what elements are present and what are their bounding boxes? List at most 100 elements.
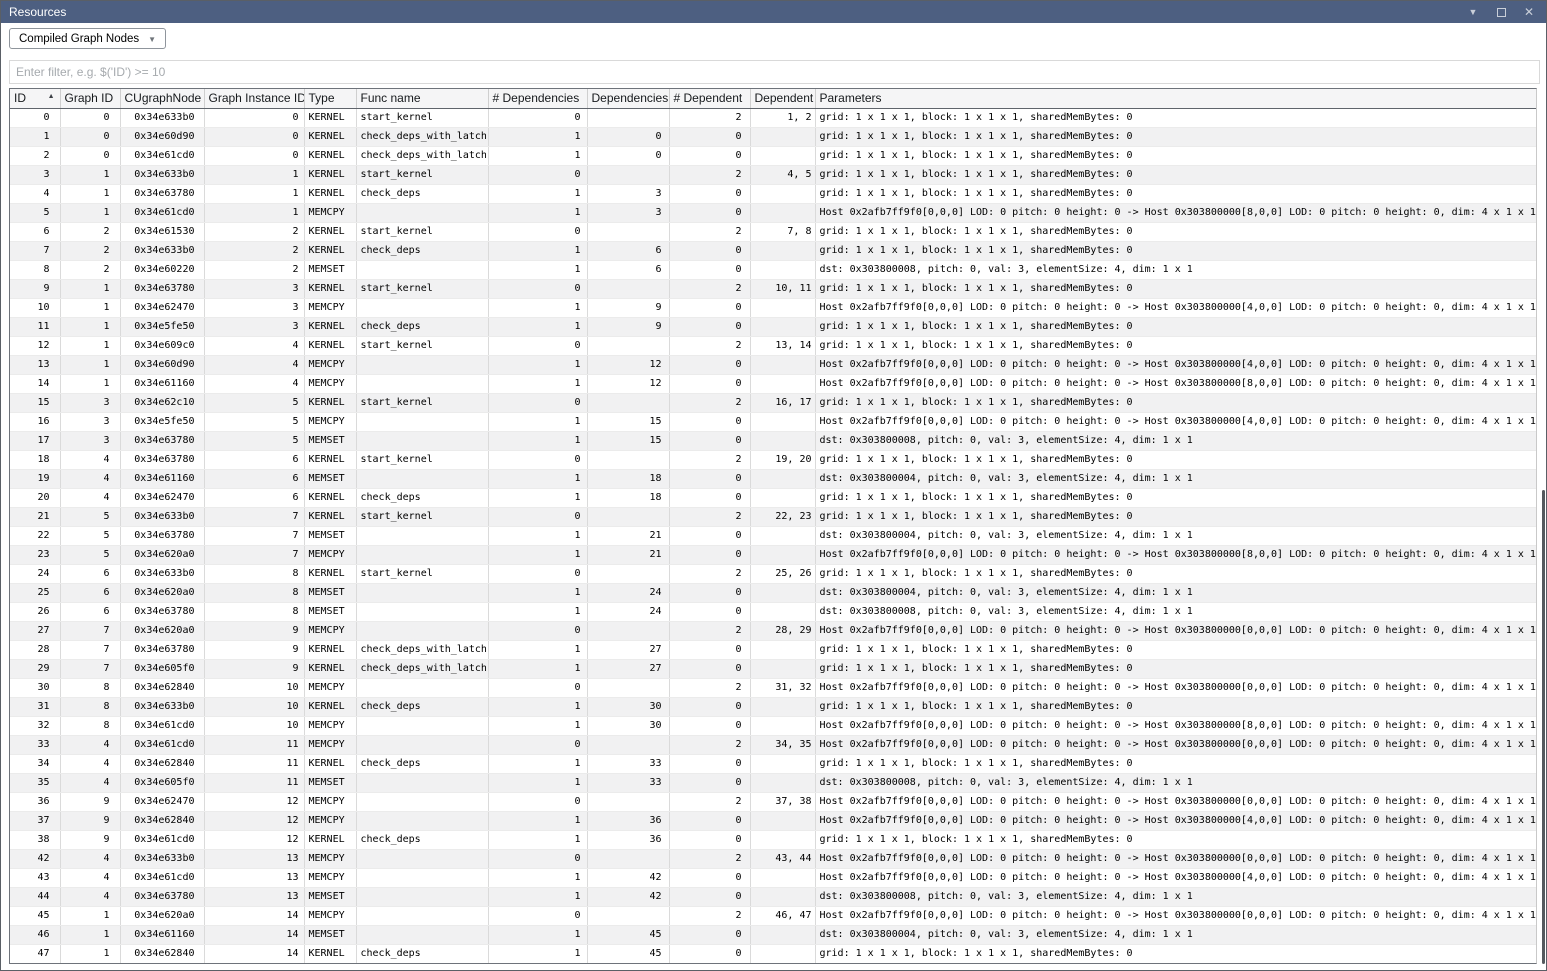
table-row[interactable]: 200x34e61cd00KERNELcheck_deps_with_latch… (10, 146, 1536, 165)
cell-dependent (750, 811, 815, 830)
cell-cugraphnode: 0x34e620a0 (120, 621, 204, 640)
column-header-dependencies[interactable]: Dependencies (587, 89, 669, 108)
cell-type: MEMCPY (304, 792, 356, 811)
table-row[interactable]: 820x34e602202MEMSET160dst: 0x303800008, … (10, 260, 1536, 279)
table-row[interactable]: 3280x34e61cd010MEMCPY1300Host 0x2afb7ff9… (10, 716, 1536, 735)
cell-parameters: Host 0x2afb7ff9f0[0,0,0] LOD: 0 pitch: 0… (815, 716, 1536, 735)
table-row[interactable]: 3440x34e6284011KERNELcheck_deps1330grid:… (10, 754, 1536, 773)
column-header-func-name[interactable]: Func name (356, 89, 488, 108)
cell-graph-instance-id: 4 (204, 336, 304, 355)
cell-parameters: grid: 1 x 1 x 1, block: 1 x 1 x 1, share… (815, 108, 1536, 127)
cell-graph-instance-id: 6 (204, 469, 304, 488)
column-header-parameters[interactable]: Parameters (815, 89, 1536, 108)
vertical-scrollbar-thumb[interactable] (1542, 490, 1545, 964)
cell-func-name: check_deps (356, 754, 488, 773)
table-row[interactable]: 3340x34e61cd011MEMCPY0234, 35Host 0x2afb… (10, 735, 1536, 754)
cell-graph-instance-id: 12 (204, 811, 304, 830)
cell-dependencies: 12 (587, 355, 669, 374)
column-header-id[interactable]: ID▲ (10, 89, 60, 108)
cell-dependent: 4, 5 (750, 165, 815, 184)
close-icon[interactable]: ✕ (1522, 5, 1536, 19)
column-header-num-dependent[interactable]: # Dependent (669, 89, 750, 108)
column-header-num-dependencies[interactable]: # Dependencies (488, 89, 587, 108)
table-row[interactable]: 4610x34e6116014MEMSET1450dst: 0x30380000… (10, 925, 1536, 944)
table-row[interactable]: 1840x34e637806KERNELstart_kernel0219, 20… (10, 450, 1536, 469)
cell-id: 23 (10, 545, 60, 564)
cell-num-dependencies: 1 (488, 925, 587, 944)
cell-id: 22 (10, 526, 60, 545)
column-header-dependent[interactable]: Dependent (750, 89, 815, 108)
cell-id: 14 (10, 374, 60, 393)
table-row[interactable]: 4240x34e633b013MEMCPY0243, 44Host 0x2afb… (10, 849, 1536, 868)
table-row[interactable]: 3690x34e6247012MEMCPY0237, 38Host 0x2afb… (10, 792, 1536, 811)
table-row[interactable]: 3540x34e605f011MEMSET1330dst: 0x30380000… (10, 773, 1536, 792)
table-row[interactable]: 910x34e637803KERNELstart_kernel0210, 11g… (10, 279, 1536, 298)
cell-type: KERNEL (304, 754, 356, 773)
table-row[interactable]: 4710x34e6284014KERNELcheck_deps1450grid:… (10, 944, 1536, 963)
cell-parameters: dst: 0x303800008, pitch: 0, val: 3, elem… (815, 773, 1536, 792)
table-row[interactable]: 1110x34e5fe503KERNELcheck_deps190grid: 1… (10, 317, 1536, 336)
table-row[interactable]: 3180x34e633b010KERNELcheck_deps1300grid:… (10, 697, 1536, 716)
cell-dependencies: 36 (587, 811, 669, 830)
table-row[interactable]: 4510x34e620a014MEMCPY0246, 47Host 0x2afb… (10, 906, 1536, 925)
table-row[interactable]: 2870x34e637809KERNELcheck_deps_with_latc… (10, 640, 1536, 659)
table-row[interactable]: 510x34e61cd01MEMCPY130Host 0x2afb7ff9f0[… (10, 203, 1536, 222)
table-row[interactable]: 410x34e637801KERNELcheck_deps130grid: 1 … (10, 184, 1536, 203)
cell-cugraphnode: 0x34e605f0 (120, 659, 204, 678)
table-row[interactable]: 3790x34e6284012MEMCPY1360Host 0x2afb7ff9… (10, 811, 1536, 830)
cell-num-dependencies: 0 (488, 792, 587, 811)
table-row[interactable]: 4340x34e61cd013MEMCPY1420Host 0x2afb7ff9… (10, 868, 1536, 887)
cell-dependent: 7, 8 (750, 222, 815, 241)
table-row[interactable]: 100x34e60d900KERNELcheck_deps_with_latch… (10, 127, 1536, 146)
table-row[interactable]: 2350x34e620a07MEMCPY1210Host 0x2afb7ff9f… (10, 545, 1536, 564)
table-row[interactable]: 2770x34e620a09MEMCPY0228, 29Host 0x2afb7… (10, 621, 1536, 640)
table-row[interactable]: 1530x34e62c105KERNELstart_kernel0216, 17… (10, 393, 1536, 412)
cell-id: 28 (10, 640, 60, 659)
table-row[interactable]: 000x34e633b00KERNELstart_kernel021, 2gri… (10, 108, 1536, 127)
table-row[interactable]: 3080x34e6284010MEMCPY0231, 32Host 0x2afb… (10, 678, 1536, 697)
maximize-icon[interactable] (1494, 5, 1508, 19)
filter-input[interactable] (9, 60, 1540, 84)
cell-dependencies: 36 (587, 830, 669, 849)
column-header-type[interactable]: Type (304, 89, 356, 108)
table-row[interactable]: 620x34e615302KERNELstart_kernel027, 8gri… (10, 222, 1536, 241)
column-header-cugraphnode[interactable]: CUgraphNode (120, 89, 204, 108)
table-row[interactable]: 2660x34e637808MEMSET1240dst: 0x303800008… (10, 602, 1536, 621)
table-row[interactable]: 4440x34e6378013MEMSET1420dst: 0x30380000… (10, 887, 1536, 906)
cell-cugraphnode: 0x34e61cd0 (120, 716, 204, 735)
undock-icon[interactable]: ▼ (1466, 5, 1480, 19)
cell-id: 1 (10, 127, 60, 146)
table-row[interactable]: 2250x34e637807MEMSET1210dst: 0x303800004… (10, 526, 1536, 545)
table-row[interactable]: 1410x34e611604MEMCPY1120Host 0x2afb7ff9f… (10, 374, 1536, 393)
table-row[interactable]: 720x34e633b02KERNELcheck_deps160grid: 1 … (10, 241, 1536, 260)
cell-graph-id: 4 (60, 773, 120, 792)
table-row[interactable]: 1210x34e609c04KERNELstart_kernel0213, 14… (10, 336, 1536, 355)
cell-type: MEMCPY (304, 412, 356, 431)
table-row[interactable]: 1010x34e624703MEMCPY190Host 0x2afb7ff9f0… (10, 298, 1536, 317)
cell-dependencies: 45 (587, 944, 669, 963)
cell-dependencies (587, 165, 669, 184)
table-row[interactable]: 2560x34e620a08MEMSET1240dst: 0x303800004… (10, 583, 1536, 602)
table-row[interactable]: 2970x34e605f09KERNELcheck_deps_with_latc… (10, 659, 1536, 678)
table-row[interactable]: 2150x34e633b07KERNELstart_kernel0222, 23… (10, 507, 1536, 526)
cell-graph-id: 6 (60, 602, 120, 621)
table-row[interactable]: 3890x34e61cd012KERNELcheck_deps1360grid:… (10, 830, 1536, 849)
column-header-graph-instance-id[interactable]: Graph Instance ID (204, 89, 304, 108)
table-row[interactable]: 2040x34e624706KERNELcheck_deps1180grid: … (10, 488, 1536, 507)
table-row[interactable]: 2460x34e633b08KERNELstart_kernel0225, 26… (10, 564, 1536, 583)
cell-num-dependencies: 1 (488, 811, 587, 830)
cell-dependencies (587, 393, 669, 412)
cell-dependencies (587, 906, 669, 925)
column-header-graph-id[interactable]: Graph ID (60, 89, 120, 108)
table-row[interactable]: 1940x34e611606MEMSET1180dst: 0x303800004… (10, 469, 1536, 488)
cell-num-dependent: 2 (669, 279, 750, 298)
table-row[interactable]: 1730x34e637805MEMSET1150dst: 0x303800008… (10, 431, 1536, 450)
cell-graph-id: 1 (60, 184, 120, 203)
view-selector-dropdown[interactable]: Compiled Graph Nodes ▼ (9, 28, 166, 49)
table-row[interactable]: 310x34e633b01KERNELstart_kernel024, 5gri… (10, 165, 1536, 184)
table-row[interactable]: 1310x34e60d904MEMCPY1120Host 0x2afb7ff9f… (10, 355, 1536, 374)
cell-dependent (750, 583, 815, 602)
table-row[interactable]: 1630x34e5fe505MEMCPY1150Host 0x2afb7ff9f… (10, 412, 1536, 431)
cell-parameters: dst: 0x303800004, pitch: 0, val: 3, elem… (815, 469, 1536, 488)
cell-func-name (356, 773, 488, 792)
